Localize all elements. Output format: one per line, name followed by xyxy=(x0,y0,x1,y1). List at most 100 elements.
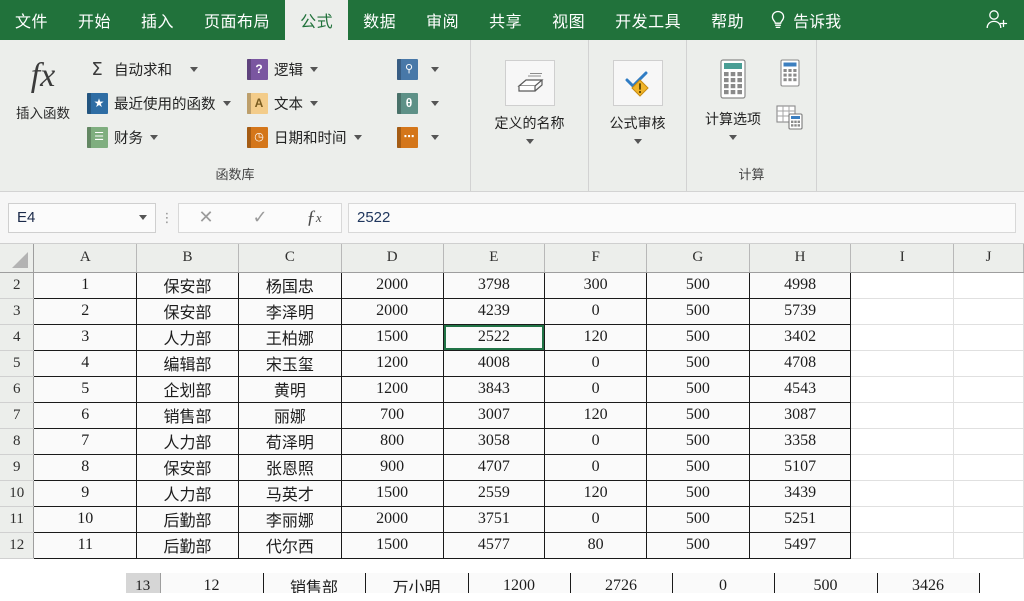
cell-F7[interactable]: 120 xyxy=(544,402,647,429)
formula-audit-button[interactable]: 公式审核 xyxy=(595,56,681,144)
row-header-7[interactable]: 7 xyxy=(0,402,35,429)
cell-G9[interactable]: 500 xyxy=(646,454,750,481)
cell-H8[interactable]: 3358 xyxy=(749,428,852,455)
cell-C2[interactable]: 杨国忠 xyxy=(238,271,342,299)
cell-D11[interactable]: 2000 xyxy=(341,506,444,533)
chevron-down-icon[interactable] xyxy=(525,139,534,144)
chevron-down-icon[interactable] xyxy=(729,135,737,140)
account-add-icon[interactable] xyxy=(984,0,1024,40)
cell-B3[interactable]: 保安部 xyxy=(136,298,239,325)
chevron-down-icon[interactable] xyxy=(431,100,439,106)
cell-C12[interactable]: 代尔西 xyxy=(238,532,342,559)
autosum-button[interactable]: Σ 自动求和 xyxy=(82,52,242,86)
cell-D12[interactable]: 1500 xyxy=(341,532,444,559)
tab-view[interactable]: 视图 xyxy=(537,0,600,40)
cell-D13[interactable]: 1200 xyxy=(468,573,571,593)
cell-F5[interactable]: 0 xyxy=(544,350,647,377)
cell-E11[interactable]: 3751 xyxy=(443,506,546,533)
column-header-I[interactable]: I xyxy=(850,244,955,273)
row-header-3[interactable]: 3 xyxy=(0,298,35,325)
tab-insert[interactable]: 插入 xyxy=(126,0,189,40)
cell-B8[interactable]: 人力部 xyxy=(136,428,239,455)
cell-D5[interactable]: 1200 xyxy=(341,350,444,377)
cell-B6[interactable]: 企划部 xyxy=(136,376,239,403)
cell-H2[interactable]: 4998 xyxy=(749,271,852,299)
cell-A11[interactable]: 10 xyxy=(33,506,138,533)
cell-C13[interactable]: 万小明 xyxy=(365,573,469,593)
cell-F12[interactable]: 80 xyxy=(544,532,647,559)
calculate-sheet-button[interactable] xyxy=(775,104,805,134)
cell-H3[interactable]: 5739 xyxy=(749,298,852,325)
cell-E10[interactable]: 2559 xyxy=(443,480,546,507)
confirm-check-icon[interactable]: ✓ xyxy=(233,204,287,232)
cell-F6[interactable]: 0 xyxy=(544,376,647,403)
cell-B10[interactable]: 人力部 xyxy=(136,480,239,507)
cell-C9[interactable]: 张恩照 xyxy=(238,454,342,481)
calculation-options-button[interactable]: 计算选项 xyxy=(691,52,775,140)
tell-me-box[interactable]: 告诉我 xyxy=(793,0,859,40)
tab-share[interactable]: 共享 xyxy=(474,0,537,40)
cell-G2[interactable]: 500 xyxy=(646,271,750,299)
cell-D2[interactable]: 2000 xyxy=(341,271,444,299)
cell-E2[interactable]: 3798 xyxy=(443,271,546,299)
column-header-C[interactable]: C xyxy=(238,244,342,273)
cell-B11[interactable]: 后勤部 xyxy=(136,506,239,533)
cell-B13[interactable]: 销售部 xyxy=(263,573,366,593)
cell-I5[interactable] xyxy=(850,350,955,377)
cell-H7[interactable]: 3087 xyxy=(749,402,852,429)
cell-F3[interactable]: 0 xyxy=(544,298,647,325)
more-functions-button[interactable]: ⋯ xyxy=(392,120,454,154)
row-header-12[interactable]: 12 xyxy=(0,532,35,559)
chevron-down-icon[interactable] xyxy=(310,66,318,72)
cell-J10[interactable] xyxy=(953,480,1024,507)
cell-B7[interactable]: 销售部 xyxy=(136,402,239,429)
cell-A13[interactable]: 12 xyxy=(160,573,264,593)
formula-input[interactable]: 2522 xyxy=(348,202,1016,233)
fx-icon[interactable]: ƒx xyxy=(287,204,341,232)
cell-D6[interactable]: 1200 xyxy=(341,376,444,403)
tab-home[interactable]: 开始 xyxy=(63,0,126,40)
tab-file[interactable]: 文件 xyxy=(0,0,63,40)
chevron-down-icon[interactable] xyxy=(633,139,642,144)
cell-H10[interactable]: 3439 xyxy=(749,480,852,507)
cell-G12[interactable]: 500 xyxy=(646,532,750,559)
defined-name-button[interactable]: 定义的名称 xyxy=(482,56,578,144)
text-button[interactable]: A 文本 xyxy=(242,86,392,120)
cell-A3[interactable]: 2 xyxy=(33,298,138,325)
cell-G13[interactable]: 500 xyxy=(774,573,878,593)
row-header-9[interactable]: 9 xyxy=(0,454,35,481)
row-header-5[interactable]: 5 xyxy=(0,350,35,377)
cell-J8[interactable] xyxy=(953,428,1024,455)
cancel-x-icon[interactable]: ✕ xyxy=(179,204,233,232)
insert-function-button[interactable]: fx 插入函数 xyxy=(4,50,82,122)
cell-A2[interactable]: 1 xyxy=(33,271,138,299)
cell-G7[interactable]: 500 xyxy=(646,402,750,429)
cell-H12[interactable]: 5497 xyxy=(749,532,852,559)
cell-D8[interactable]: 800 xyxy=(341,428,444,455)
cell-A12[interactable]: 11 xyxy=(33,532,138,559)
cell-G8[interactable]: 500 xyxy=(646,428,750,455)
cell-G4[interactable]: 500 xyxy=(646,324,750,351)
cell-F8[interactable]: 0 xyxy=(544,428,647,455)
cell-D3[interactable]: 2000 xyxy=(341,298,444,325)
cell-H4[interactable]: 3402 xyxy=(749,324,852,351)
cell-I9[interactable] xyxy=(850,454,955,481)
row-header-6[interactable]: 6 xyxy=(0,376,35,403)
row-header-8[interactable]: 8 xyxy=(0,428,35,455)
math-trig-button[interactable]: θ xyxy=(392,86,454,120)
cell-C11[interactable]: 李丽娜 xyxy=(238,506,342,533)
cell-A6[interactable]: 5 xyxy=(33,376,138,403)
cell-E9[interactable]: 4707 xyxy=(443,454,546,481)
cell-E7[interactable]: 3007 xyxy=(443,402,546,429)
column-header-H[interactable]: H xyxy=(749,244,852,273)
cell-J6[interactable] xyxy=(953,376,1024,403)
cell-C6[interactable]: 黄明 xyxy=(238,376,342,403)
cell-I10[interactable] xyxy=(850,480,955,507)
cell-F13[interactable]: 0 xyxy=(672,573,775,593)
cell-J12[interactable] xyxy=(953,532,1024,559)
cell-C3[interactable]: 李泽明 xyxy=(238,298,342,325)
cell-G11[interactable]: 500 xyxy=(646,506,750,533)
cell-I3[interactable] xyxy=(850,298,955,325)
cell-B5[interactable]: 编辑部 xyxy=(136,350,239,377)
recent-functions-button[interactable]: ★ 最近使用的函数 xyxy=(82,86,242,120)
